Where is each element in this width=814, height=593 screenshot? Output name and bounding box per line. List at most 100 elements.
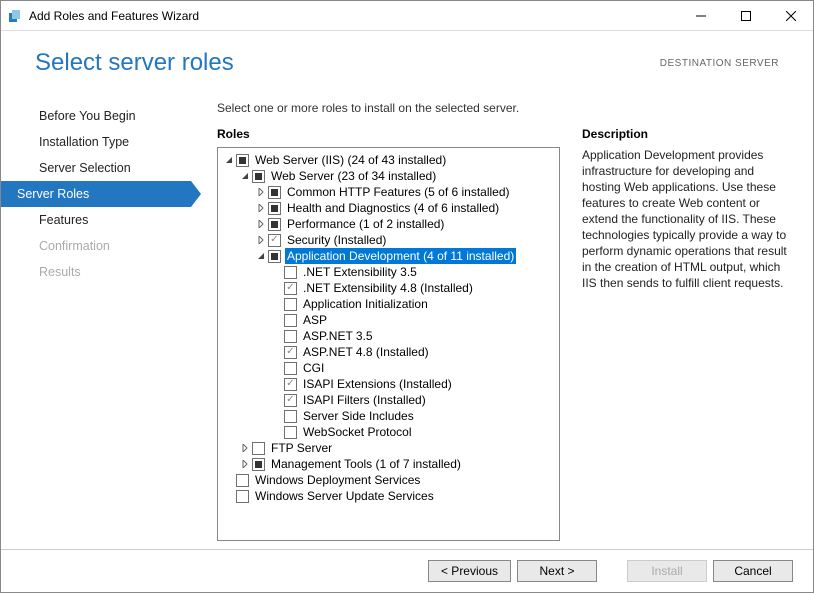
checkbox[interactable] xyxy=(284,378,297,391)
checkbox[interactable] xyxy=(284,410,297,423)
nav-item-before-you-begin[interactable]: Before You Begin xyxy=(1,103,191,129)
checkbox[interactable] xyxy=(252,442,265,455)
tree-row[interactable]: Management Tools (1 of 7 installed) xyxy=(218,456,559,472)
checkbox[interactable] xyxy=(284,298,297,311)
nav-item-server-roles[interactable]: Server Roles xyxy=(1,181,191,207)
checkbox[interactable] xyxy=(284,314,297,327)
tree-item-label[interactable]: Performance (1 of 2 installed) xyxy=(285,216,446,232)
expand-arrow-down-icon[interactable] xyxy=(238,169,252,183)
tree-row[interactable]: Application Initialization xyxy=(218,296,559,312)
checkbox[interactable] xyxy=(284,282,297,295)
expand-arrow-right-icon[interactable] xyxy=(238,441,252,455)
tree-row[interactable]: Web Server (IIS) (24 of 43 installed) xyxy=(218,152,559,168)
header: Select server roles DESTINATION SERVER xyxy=(1,31,813,85)
arrow-placeholder xyxy=(270,393,284,407)
tree-row[interactable]: Windows Deployment Services xyxy=(218,472,559,488)
install-button[interactable]: Install xyxy=(627,560,707,582)
tree-item-label[interactable]: ISAPI Extensions (Installed) xyxy=(301,376,454,392)
tree-item-label[interactable]: Windows Deployment Services xyxy=(253,472,422,488)
arrow-placeholder xyxy=(270,329,284,343)
checkbox[interactable] xyxy=(236,490,249,503)
checkbox[interactable] xyxy=(284,346,297,359)
checkbox[interactable] xyxy=(268,234,281,247)
tree-item-label[interactable]: .NET Extensibility 3.5 xyxy=(301,264,419,280)
tree-item-label[interactable]: Windows Server Update Services xyxy=(253,488,436,504)
tree-row[interactable]: ASP xyxy=(218,312,559,328)
tree-row[interactable]: Server Side Includes xyxy=(218,408,559,424)
expand-arrow-right-icon[interactable] xyxy=(238,457,252,471)
tree-item-label[interactable]: Server Side Includes xyxy=(301,408,416,424)
minimize-button[interactable] xyxy=(678,1,723,30)
tree-item-label[interactable]: ISAPI Filters (Installed) xyxy=(301,392,428,408)
arrow-placeholder xyxy=(270,265,284,279)
tree-row[interactable]: CGI xyxy=(218,360,559,376)
tree-item-label[interactable]: ASP.NET 3.5 xyxy=(301,328,375,344)
tree-row[interactable]: ASP.NET 3.5 xyxy=(218,328,559,344)
instruction-text: Select one or more roles to install on t… xyxy=(217,101,787,115)
tree-row[interactable]: ISAPI Filters (Installed) xyxy=(218,392,559,408)
checkbox[interactable] xyxy=(236,474,249,487)
tree-item-label[interactable]: CGI xyxy=(301,360,326,376)
expand-arrow-right-icon[interactable] xyxy=(254,201,268,215)
tree-row[interactable]: .NET Extensibility 4.8 (Installed) xyxy=(218,280,559,296)
roles-tree[interactable]: Web Server (IIS) (24 of 43 installed)Web… xyxy=(217,147,560,541)
expand-arrow-down-icon[interactable] xyxy=(222,153,236,167)
tree-item-label[interactable]: .NET Extensibility 4.8 (Installed) xyxy=(301,280,475,296)
tree-item-label[interactable]: Web Server (23 of 34 installed) xyxy=(269,168,438,184)
tree-row[interactable]: WebSocket Protocol xyxy=(218,424,559,440)
checkbox[interactable] xyxy=(252,458,265,471)
tree-row[interactable]: Security (Installed) xyxy=(218,232,559,248)
nav-item-installation-type[interactable]: Installation Type xyxy=(1,129,191,155)
previous-button[interactable]: < Previous xyxy=(428,560,511,582)
expand-arrow-down-icon[interactable] xyxy=(254,249,268,263)
checkbox[interactable] xyxy=(236,154,249,167)
tree-item-label[interactable]: Web Server (IIS) (24 of 43 installed) xyxy=(253,152,448,168)
checkbox[interactable] xyxy=(284,394,297,407)
checkbox[interactable] xyxy=(252,170,265,183)
tree-row[interactable]: Health and Diagnostics (4 of 6 installed… xyxy=(218,200,559,216)
arrow-placeholder xyxy=(222,489,236,503)
expand-arrow-right-icon[interactable] xyxy=(254,233,268,247)
checkbox[interactable] xyxy=(284,266,297,279)
checkbox[interactable] xyxy=(268,186,281,199)
nav-item-server-selection[interactable]: Server Selection xyxy=(1,155,191,181)
close-button[interactable] xyxy=(768,1,813,30)
tree-item-label[interactable]: ASP xyxy=(301,312,329,328)
tree-item-label[interactable]: Management Tools (1 of 7 installed) xyxy=(269,456,463,472)
checkbox[interactable] xyxy=(268,202,281,215)
titlebar: Add Roles and Features Wizard xyxy=(1,1,813,31)
tree-row[interactable]: .NET Extensibility 3.5 xyxy=(218,264,559,280)
checkbox[interactable] xyxy=(284,426,297,439)
next-button[interactable]: Next > xyxy=(517,560,597,582)
tree-row[interactable]: Common HTTP Features (5 of 6 installed) xyxy=(218,184,559,200)
arrow-placeholder xyxy=(270,297,284,311)
tree-row[interactable]: Windows Server Update Services xyxy=(218,488,559,504)
tree-row[interactable]: ASP.NET 4.8 (Installed) xyxy=(218,344,559,360)
expand-arrow-right-icon[interactable] xyxy=(254,217,268,231)
tree-row[interactable]: FTP Server xyxy=(218,440,559,456)
tree-item-label[interactable]: FTP Server xyxy=(269,440,334,456)
tree-item-label[interactable]: Application Initialization xyxy=(301,296,430,312)
tree-row[interactable]: Web Server (23 of 34 installed) xyxy=(218,168,559,184)
maximize-button[interactable] xyxy=(723,1,768,30)
roles-heading: Roles xyxy=(217,127,560,141)
checkbox[interactable] xyxy=(268,218,281,231)
description-heading: Description xyxy=(582,127,787,141)
tree-item-label[interactable]: Common HTTP Features (5 of 6 installed) xyxy=(285,184,512,200)
checkbox[interactable] xyxy=(284,330,297,343)
checkbox[interactable] xyxy=(268,250,281,263)
tree-item-label[interactable]: WebSocket Protocol xyxy=(301,424,414,440)
expand-arrow-right-icon[interactable] xyxy=(254,185,268,199)
arrow-placeholder xyxy=(270,377,284,391)
tree-item-label[interactable]: Security (Installed) xyxy=(285,232,388,248)
nav-item-features[interactable]: Features xyxy=(1,207,191,233)
tree-item-label[interactable]: Health and Diagnostics (4 of 6 installed… xyxy=(285,200,501,216)
arrow-placeholder xyxy=(270,409,284,423)
tree-row[interactable]: Performance (1 of 2 installed) xyxy=(218,216,559,232)
tree-item-label[interactable]: ASP.NET 4.8 (Installed) xyxy=(301,344,431,360)
checkbox[interactable] xyxy=(284,362,297,375)
tree-row[interactable]: Application Development (4 of 11 install… xyxy=(218,248,559,264)
tree-row[interactable]: ISAPI Extensions (Installed) xyxy=(218,376,559,392)
tree-item-label[interactable]: Application Development (4 of 11 install… xyxy=(285,248,516,264)
cancel-button[interactable]: Cancel xyxy=(713,560,793,582)
